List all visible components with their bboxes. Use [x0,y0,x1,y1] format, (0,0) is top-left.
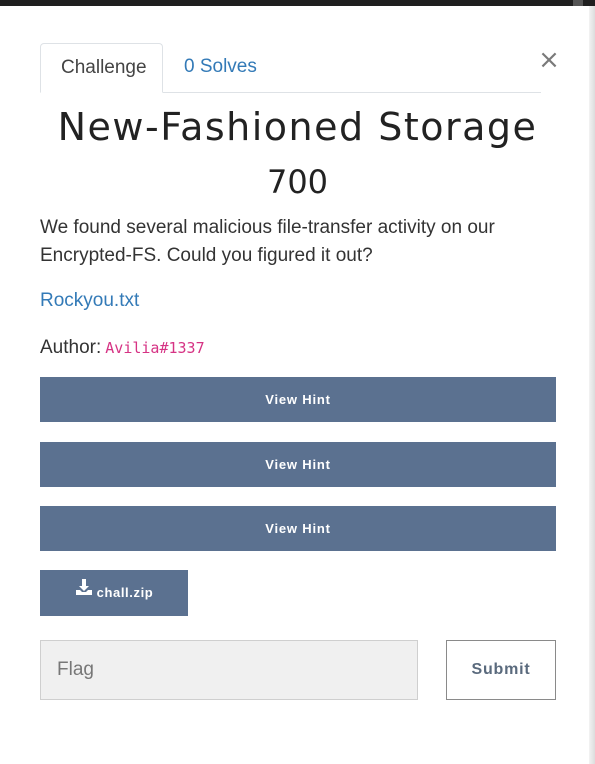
challenge-tabs: Challenge 0 Solves [40,43,541,93]
submit-button[interactable]: Submit [446,640,556,700]
view-hint-button-1[interactable]: View Hint [40,377,556,422]
challenge-description: We found several malicious file-transfer… [40,217,495,266]
close-icon: × [538,45,560,75]
tab-challenge[interactable]: Challenge [40,43,163,93]
rockyou-link[interactable]: Rockyou.txt [40,290,139,312]
download-file-button[interactable]: chall.zip [40,570,188,616]
author-handle: Avilia#1337 [105,339,205,357]
tab-solves[interactable]: 0 Solves [164,43,277,91]
author-label: Author: [40,337,102,358]
challenge-points: 700 [266,163,329,201]
view-hint-button-2[interactable]: View Hint [40,442,556,487]
challenge-title: New-Fashioned Storage [57,105,538,149]
author-line: Author: Avilia#1337 [40,337,205,359]
file-name-label: chall.zip [96,585,154,600]
flag-input[interactable] [40,640,418,700]
download-icon [75,569,93,615]
view-hint-button-3[interactable]: View Hint [40,506,556,551]
